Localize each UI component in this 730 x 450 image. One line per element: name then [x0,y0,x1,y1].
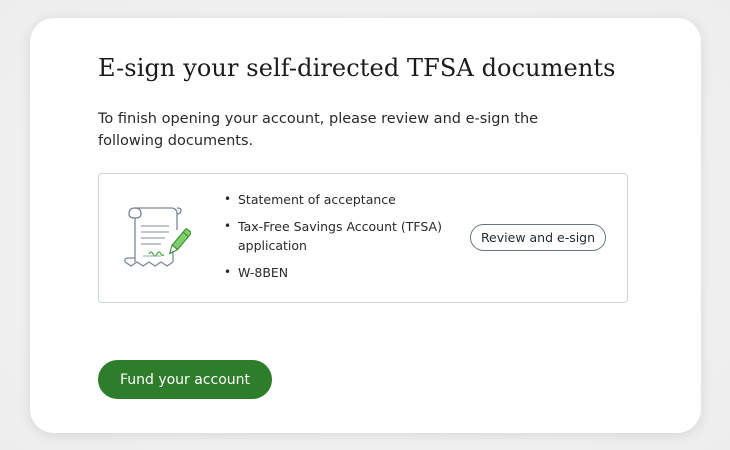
review-and-esign-button[interactable]: Review and e-sign [470,224,606,251]
document-label: Tax-Free Savings Account (TFSA) applicat… [238,219,442,253]
page-title: E-sign your self-directed TFSA documents [98,54,616,82]
list-item: • Statement of acceptance [224,190,444,209]
documents-panel: • Statement of acceptance • Tax-Free Sav… [98,173,628,303]
list-item: • Tax-Free Savings Account (TFSA) applic… [224,217,444,255]
bullet-icon: • [224,192,232,206]
document-label: Statement of acceptance [238,192,396,207]
page-background: E-sign your self-directed TFSA documents… [0,0,730,450]
list-item: • W-8BEN [224,263,444,282]
bullet-icon: • [224,219,232,233]
documents-list: • Statement of acceptance • Tax-Free Sav… [224,190,444,290]
signed-document-with-pen-icon [121,204,192,272]
instructions-text: To finish opening your account, please r… [98,111,539,149]
fund-account-button[interactable]: Fund your account [98,360,272,399]
esign-card: E-sign your self-directed TFSA documents… [30,18,701,433]
bullet-icon: • [224,265,232,279]
document-label: W-8BEN [238,265,289,280]
